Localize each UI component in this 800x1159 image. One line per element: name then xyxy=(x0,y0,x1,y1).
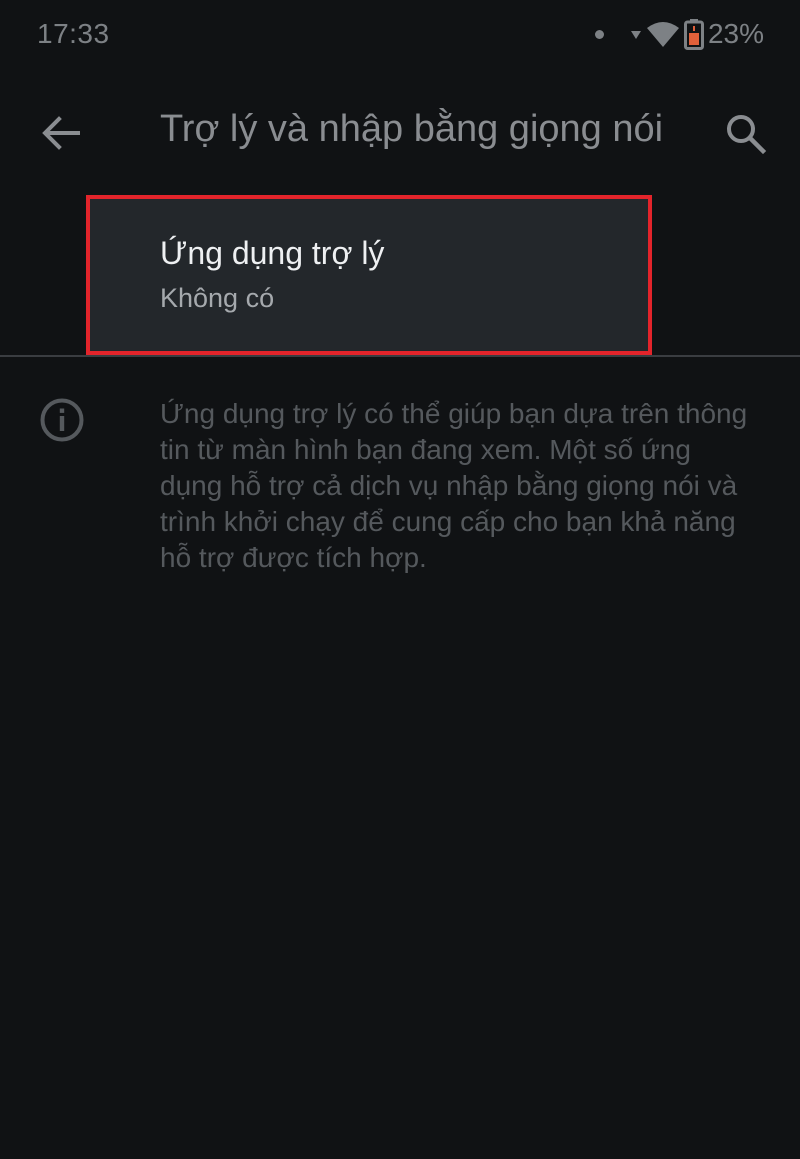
page-title: Trợ lý và nhập bằng giọng nói xyxy=(160,108,664,150)
status-icons: 23% xyxy=(594,16,764,52)
status-time: 17:33 xyxy=(37,18,110,49)
back-arrow-icon xyxy=(42,116,80,150)
status-bar: 17:33 23% xyxy=(0,0,800,72)
info-icon xyxy=(40,398,84,442)
setting-title: Ứng dụng trợ lý xyxy=(160,235,385,271)
assistant-app-setting[interactable]: Ứng dụng trợ lý Không có xyxy=(86,195,652,355)
battery-icon xyxy=(683,19,704,50)
battery-percent: 23% xyxy=(707,18,764,49)
search-icon xyxy=(727,115,767,155)
back-button[interactable] xyxy=(38,110,84,156)
search-button[interactable] xyxy=(722,110,768,156)
divider xyxy=(0,355,800,357)
data-arrow-icon xyxy=(630,31,641,39)
setting-value: Không có xyxy=(160,283,275,313)
notification-dot-icon xyxy=(594,29,604,39)
wifi-icon xyxy=(646,22,679,47)
info-description: Ứng dụng trợ lý có thể giúp bạn dựa trên… xyxy=(160,398,748,573)
app-bar: Trợ lý và nhập bằng giọng nói xyxy=(0,90,800,174)
